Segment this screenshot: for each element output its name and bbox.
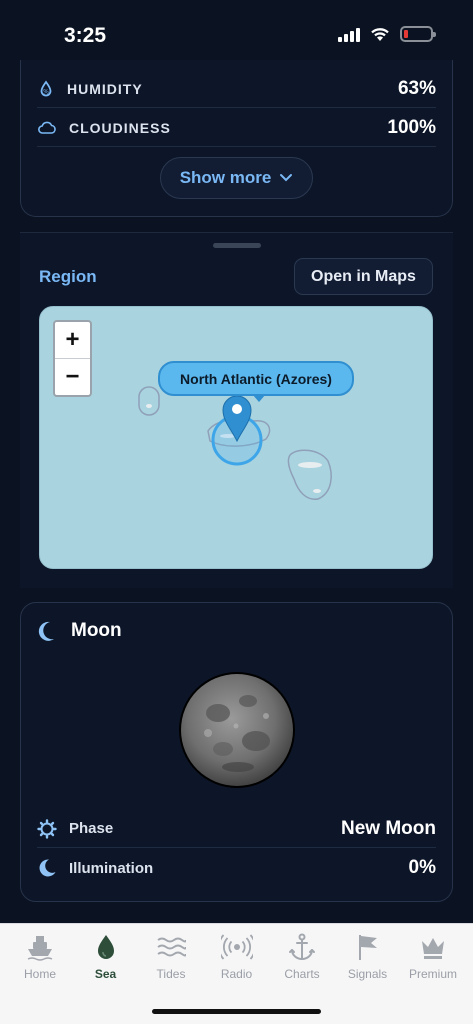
wifi-icon bbox=[371, 27, 389, 41]
region-map[interactable]: + − North Atlantic (Azores) bbox=[39, 306, 433, 569]
weather-details-card: % HUMIDITY 63% CLOUDINESS 100% Show more bbox=[20, 60, 453, 217]
region-card: Region Open in Maps + − North Atlantic (… bbox=[20, 232, 453, 588]
radio-signal-icon bbox=[220, 934, 253, 960]
cloud-icon bbox=[38, 121, 56, 134]
tab-tides-label: Tides bbox=[156, 967, 186, 981]
illumination-label: Illumination bbox=[69, 859, 154, 877]
battery-icon bbox=[400, 26, 436, 42]
drag-handle[interactable] bbox=[213, 243, 261, 248]
tab-home-label: Home bbox=[23, 967, 56, 981]
moon-phase-row: Phase New Moon bbox=[37, 810, 436, 848]
droplet-icon: % bbox=[40, 79, 52, 96]
location-label: North Atlantic (Azores) bbox=[158, 361, 354, 402]
tab-premium[interactable]: Premium bbox=[401, 932, 465, 981]
zoom-in-button[interactable]: + bbox=[55, 322, 90, 358]
crown-icon bbox=[422, 938, 444, 959]
status-time: 3:25 bbox=[64, 24, 107, 47]
zoom-out-button[interactable]: − bbox=[55, 358, 90, 394]
crescent-moon-icon bbox=[38, 621, 54, 641]
tab-signals-label: Signals bbox=[347, 967, 388, 981]
water-drop-icon bbox=[97, 935, 114, 959]
show-more-button[interactable]: Show more bbox=[160, 157, 313, 199]
tab-radio-label: Radio bbox=[220, 967, 253, 981]
cloudiness-value: 100% bbox=[387, 116, 436, 138]
moon-header: Moon bbox=[37, 620, 122, 642]
moon-illumination-row: Illumination 0% bbox=[37, 849, 436, 887]
flag-icon bbox=[358, 935, 377, 960]
svg-text:%: % bbox=[43, 88, 49, 95]
zoom-controls: + − bbox=[53, 320, 92, 397]
chevron-down-icon bbox=[280, 174, 293, 182]
humidity-label: HUMIDITY bbox=[67, 80, 143, 97]
tab-sea-label: Sea bbox=[94, 967, 117, 981]
moon-card: Moon Phase New Moon Illumination 0% bbox=[20, 602, 453, 902]
tab-home[interactable]: Home bbox=[8, 932, 72, 981]
show-more-label: Show more bbox=[179, 168, 272, 187]
humidity-value: 63% bbox=[397, 77, 436, 99]
map-islands bbox=[138, 386, 332, 500]
tab-charts[interactable]: Charts bbox=[270, 932, 334, 981]
status-icons bbox=[338, 26, 436, 42]
tab-bar: Home Sea Tides Radio Charts Signals Prem… bbox=[0, 923, 473, 1024]
tab-radio[interactable]: Radio bbox=[205, 932, 269, 981]
moon-phase-image bbox=[179, 672, 295, 788]
cloudiness-row: CLOUDINESS 100% bbox=[37, 109, 436, 147]
crescent-icon bbox=[39, 859, 56, 877]
region-title: Region bbox=[39, 267, 97, 286]
humidity-row: % HUMIDITY 63% bbox=[37, 70, 436, 108]
sun-gear-icon bbox=[37, 818, 57, 839]
home-indicator[interactable] bbox=[152, 1009, 321, 1014]
tab-signals[interactable]: Signals bbox=[336, 932, 400, 981]
anchor-icon bbox=[289, 933, 315, 960]
moon-title: Moon bbox=[71, 620, 122, 641]
tab-sea[interactable]: Sea bbox=[74, 932, 138, 981]
tab-premium-label: Premium bbox=[408, 967, 457, 981]
open-in-maps-button[interactable]: Open in Maps bbox=[294, 258, 433, 295]
cellular-signal-icon bbox=[338, 27, 360, 42]
ship-icon bbox=[27, 936, 53, 961]
phase-value: New Moon bbox=[341, 817, 436, 839]
waves-icon bbox=[157, 937, 186, 957]
illumination-value: 0% bbox=[408, 857, 436, 878]
tab-tides[interactable]: Tides bbox=[139, 932, 203, 981]
phase-label: Phase bbox=[69, 820, 114, 837]
cloudiness-label: CLOUDINESS bbox=[69, 119, 171, 136]
tab-charts-label: Charts bbox=[284, 967, 320, 981]
